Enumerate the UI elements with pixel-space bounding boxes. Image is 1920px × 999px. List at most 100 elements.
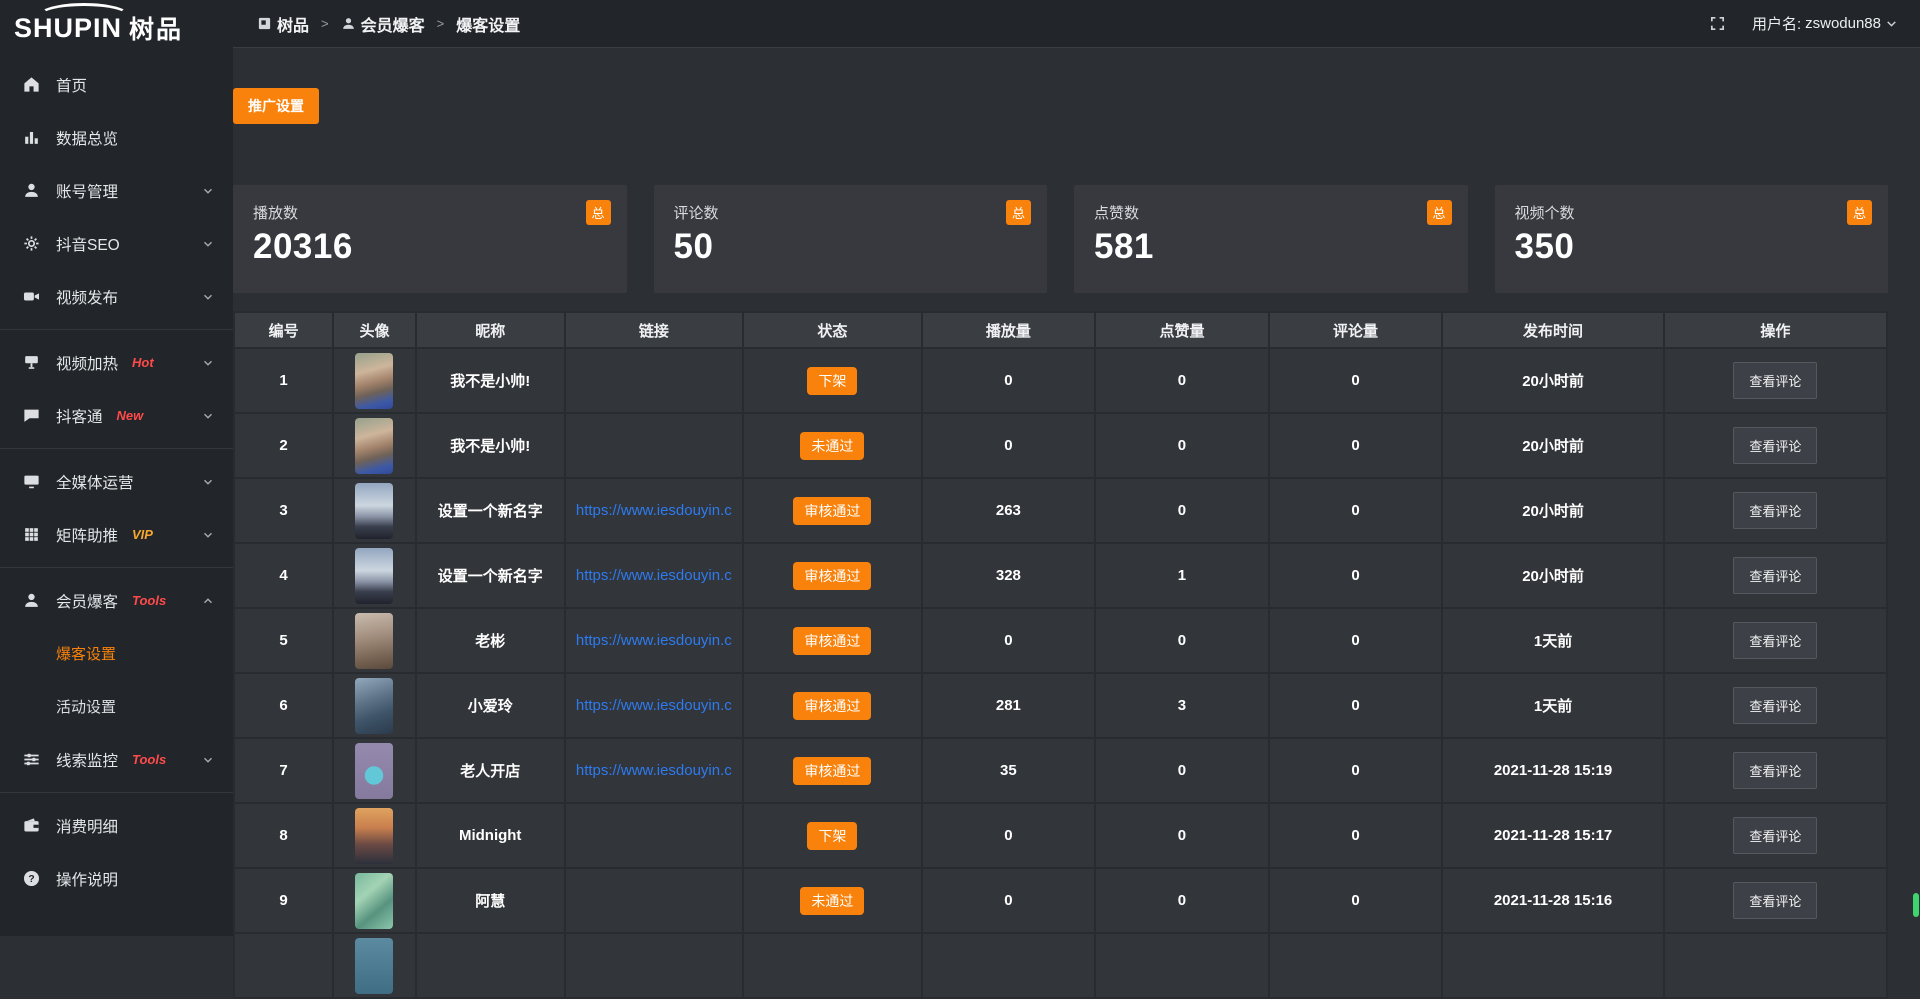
cell-link[interactable] [565,348,744,413]
tools-badge: Tools [132,593,166,608]
cell-avatar [333,543,416,608]
cell-nickname: Midnight [416,803,565,868]
user-icon [341,16,356,31]
cell-link[interactable]: https://www.iesdouyin.c [565,673,744,738]
cell-status: 未通过 [743,868,922,933]
cell-link[interactable]: https://www.iesdouyin.c [565,608,744,673]
view-comments-button[interactable]: 查看评论 [1733,622,1817,659]
status-badge: 未通过 [800,887,864,915]
col-header-likes: 点赞量 [1095,312,1269,348]
cell-id: 5 [234,608,333,673]
table-row: 9 阿慧 未通过 0 0 0 2021-11-28 15:16 查看评论 [234,868,1887,933]
avatar [355,418,393,474]
cell-plays [922,933,1096,998]
cell-link[interactable]: https://www.iesdouyin.c [565,738,744,803]
cell-id: 6 [234,673,333,738]
sidebar-item-label: 操作说明 [56,868,118,890]
user-menu[interactable]: 用户名: zswodun88 [1752,13,1898,34]
cell-publish-time: 2021-11-28 15:16 [1442,868,1664,933]
sidebar-subitem-activity-settings[interactable]: 活动设置 [0,680,233,733]
grid-icon [22,525,41,544]
stat-card-plays: 播放数 20316 总 [233,185,627,293]
cell-status: 下架 [743,348,922,413]
col-header-actions: 操作 [1664,312,1887,348]
sidebar-item-douketong[interactable]: 抖客通 New [0,389,233,442]
svg-text:?: ? [28,874,34,885]
view-comments-button[interactable]: 查看评论 [1733,362,1817,399]
breadcrumb: 树品 > 会员爆客 > 爆客设置 [257,12,520,36]
cell-link[interactable] [565,413,744,478]
cell-actions: 查看评论 [1664,803,1887,868]
cell-nickname: 我不是小帅! [416,413,565,478]
cell-actions: 查看评论 [1664,543,1887,608]
promo-settings-button[interactable]: 推广设置 [233,88,319,124]
table-row [234,933,1887,998]
cell-id: 1 [234,348,333,413]
vip-badge: VIP [132,527,153,542]
cell-id: 3 [234,478,333,543]
sidebar-item-douyin-seo[interactable]: 抖音SEO [0,217,233,270]
fullscreen-icon[interactable] [1709,15,1726,32]
table-row: 1 我不是小帅! 下架 0 0 0 20小时前 查看评论 [234,348,1887,413]
sidebar-item-data-overview[interactable]: 数据总览 [0,111,233,164]
breadcrumb-item-home[interactable]: 树品 [257,12,309,36]
cell-nickname: 阿慧 [416,868,565,933]
stat-value: 350 [1515,227,1869,267]
scrollbar-thumb[interactable] [1913,893,1919,917]
sidebar-item-label: 会员爆客 [56,590,118,612]
view-comments-button[interactable]: 查看评论 [1733,427,1817,464]
sidebar-item-video-heat[interactable]: 视频加热 Hot [0,336,233,389]
table-row: 7 老人开店 https://www.iesdouyin.c 审核通过 35 0… [234,738,1887,803]
sidebar-item-all-media[interactable]: 全媒体运营 [0,455,233,508]
status-badge: 审核通过 [793,627,871,655]
cell-likes: 0 [1095,608,1269,673]
breadcrumb-item-member-baoke[interactable]: 会员爆客 [341,12,425,36]
view-comments-button[interactable]: 查看评论 [1733,817,1817,854]
cell-status: 审核通过 [743,608,922,673]
cell-link[interactable] [565,933,744,998]
status-badge: 下架 [807,367,857,395]
sidebar-item-home[interactable]: 首页 [0,58,233,111]
sidebar-item-instructions[interactable]: ? 操作说明 [0,852,233,905]
avatar [355,483,393,539]
cell-plays: 35 [922,738,1096,803]
cell-id: 8 [234,803,333,868]
stat-cards: 播放数 20316 总 评论数 50 总 点赞数 581 总 视频个数 350 … [233,185,1888,293]
cell-link[interactable] [565,868,744,933]
chevron-down-icon [201,290,215,304]
cell-link[interactable] [565,803,744,868]
sidebar-item-lead-monitor[interactable]: 线索监控 Tools [0,733,233,786]
view-comments-button[interactable]: 查看评论 [1733,557,1817,594]
avatar [355,613,393,669]
cell-comments: 0 [1269,478,1443,543]
sidebar-item-label: 首页 [56,74,87,96]
view-comments-button[interactable]: 查看评论 [1733,882,1817,919]
view-comments-button[interactable]: 查看评论 [1733,492,1817,529]
view-comments-button[interactable]: 查看评论 [1733,752,1817,789]
view-comments-button[interactable]: 查看评论 [1733,687,1817,724]
cell-likes: 1 [1095,543,1269,608]
sidebar-item-matrix-boost[interactable]: 矩阵助推 VIP [0,508,233,561]
cell-link[interactable]: https://www.iesdouyin.c [565,543,744,608]
cell-link[interactable]: https://www.iesdouyin.c [565,478,744,543]
sidebar-item-consumption-detail[interactable]: 消费明细 [0,799,233,852]
sidebar-subitem-baoke-settings[interactable]: 爆客设置 [0,627,233,680]
sliders-icon [22,750,41,769]
video-camera-icon [22,287,41,306]
cell-comments [1269,933,1443,998]
sidebar-item-label: 账号管理 [56,180,118,202]
cell-avatar [333,673,416,738]
sidebar-item-label: 视频加热 [56,352,118,374]
sidebar: SHUPIN 树品 首页 数据总览 账号管理 [0,0,233,936]
username-label: 用户名: [1752,13,1801,34]
sidebar-item-member-baoke[interactable]: 会员爆客 Tools [0,574,233,627]
sidebar-item-video-publish[interactable]: 视频发布 [0,270,233,323]
stat-label: 评论数 [674,202,1028,223]
table-row: 8 Midnight 下架 0 0 0 2021-11-28 15:17 查看评… [234,803,1887,868]
cell-avatar [333,348,416,413]
topbar-right: 用户名: zswodun88 [1709,13,1898,34]
col-header-id: 编号 [234,312,333,348]
sidebar-item-account-management[interactable]: 账号管理 [0,164,233,217]
avatar [355,808,393,864]
brand-logo[interactable]: SHUPIN 树品 [0,0,233,56]
